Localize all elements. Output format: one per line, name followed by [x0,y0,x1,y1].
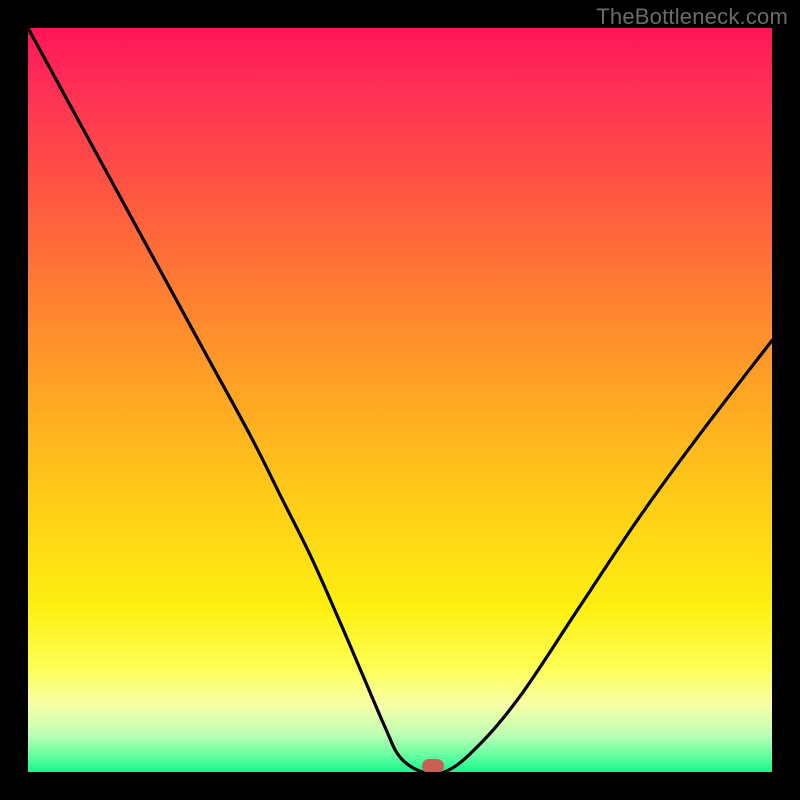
watermark-text: TheBottleneck.com [596,4,788,30]
chart-frame: TheBottleneck.com [0,0,800,800]
optimal-marker [422,759,444,772]
plot-area [28,28,772,772]
bottleneck-curve [28,28,772,772]
curve-path [28,28,772,772]
